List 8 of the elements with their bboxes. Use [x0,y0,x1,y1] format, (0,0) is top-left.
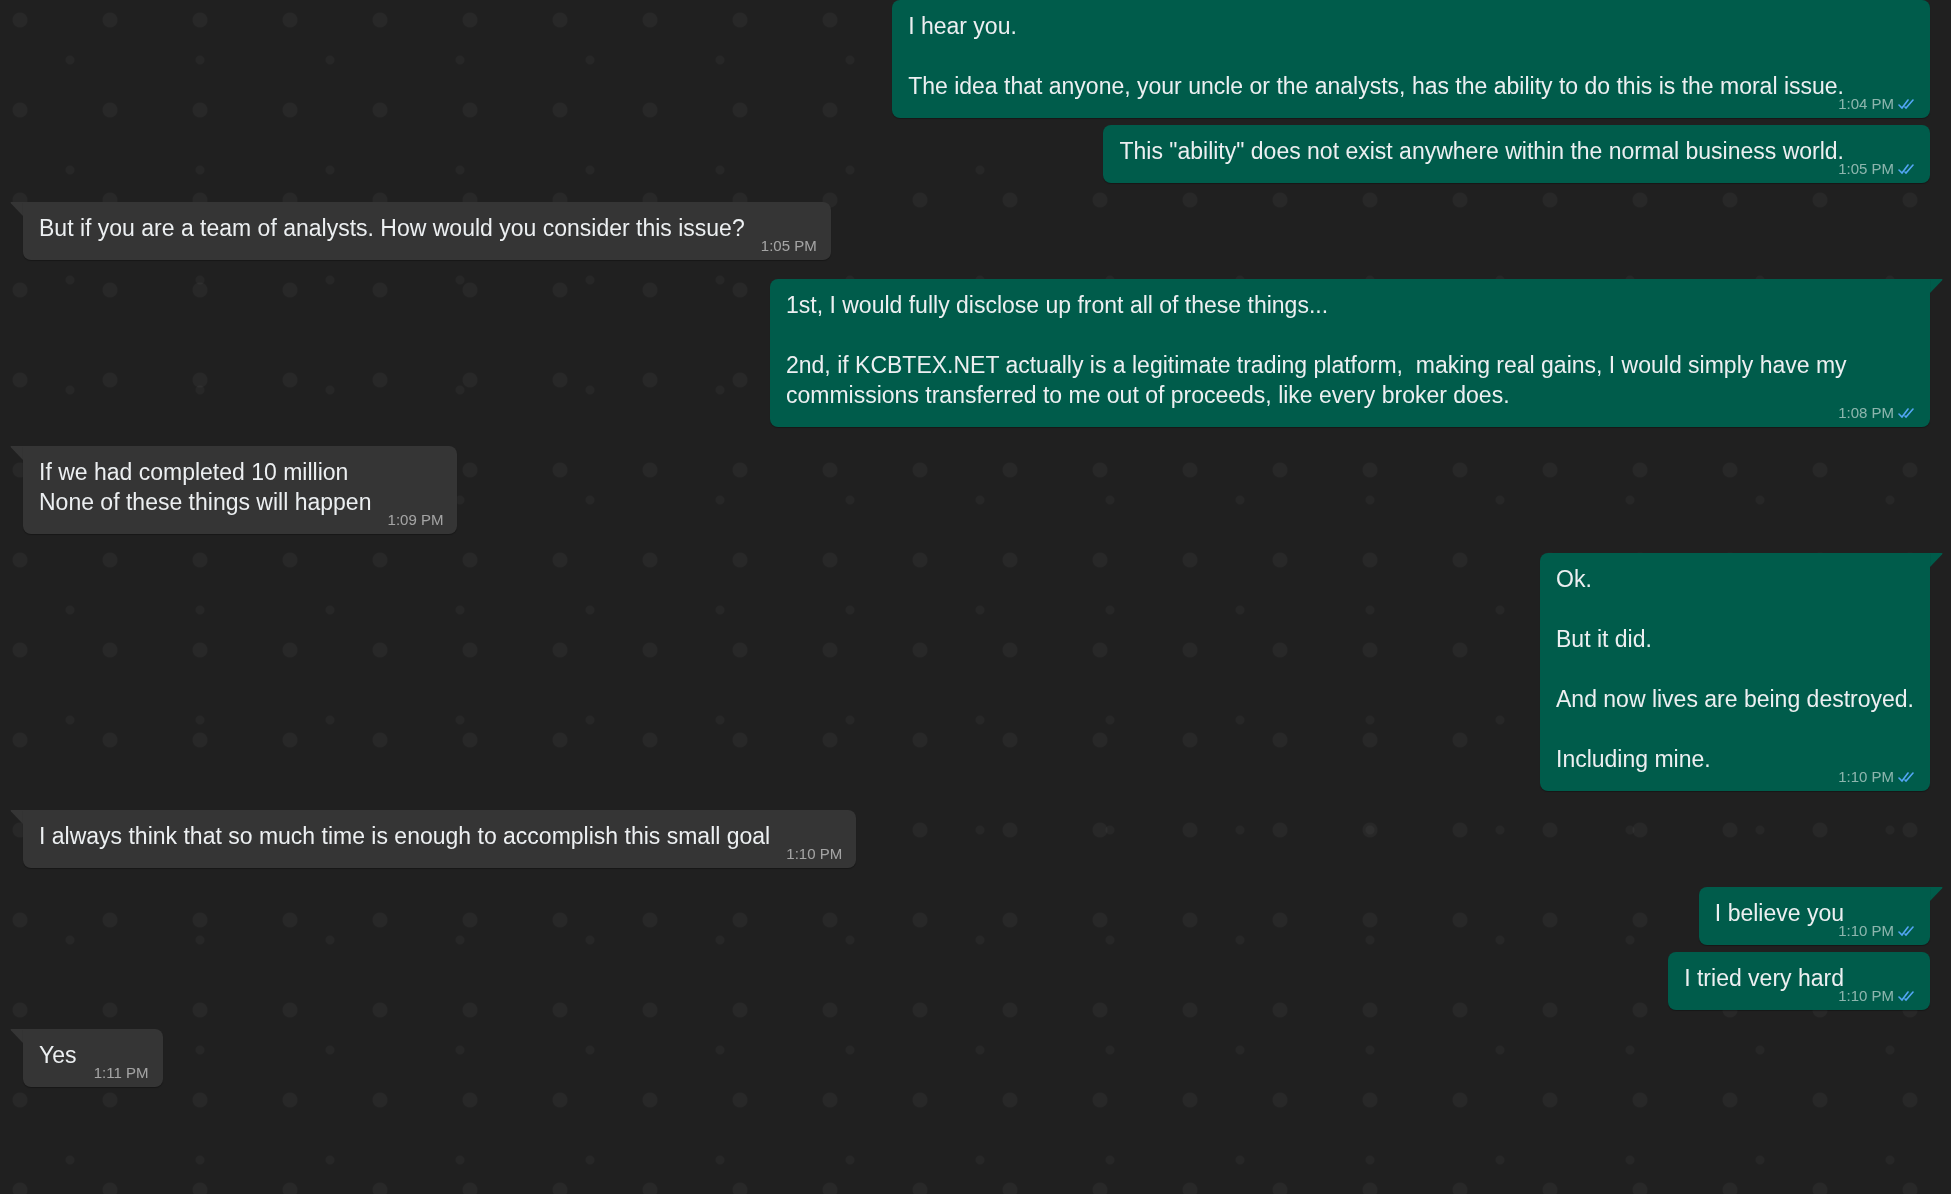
message-time: 1:10 PM [786,845,843,862]
message-time: 1:09 PM [387,511,444,528]
message-time: 1:05 PM [760,237,817,254]
message-text: But if you are a team of analysts. How would you consider this issue? [39,215,745,241]
message-text: If we had completed 10 million None of these things will happen [39,459,372,515]
message-text: Yes [39,1042,77,1068]
message-text: I always think that so much time is enough to accomplish this small goal [39,823,771,849]
message-time: 1:11 PM [93,1064,149,1081]
